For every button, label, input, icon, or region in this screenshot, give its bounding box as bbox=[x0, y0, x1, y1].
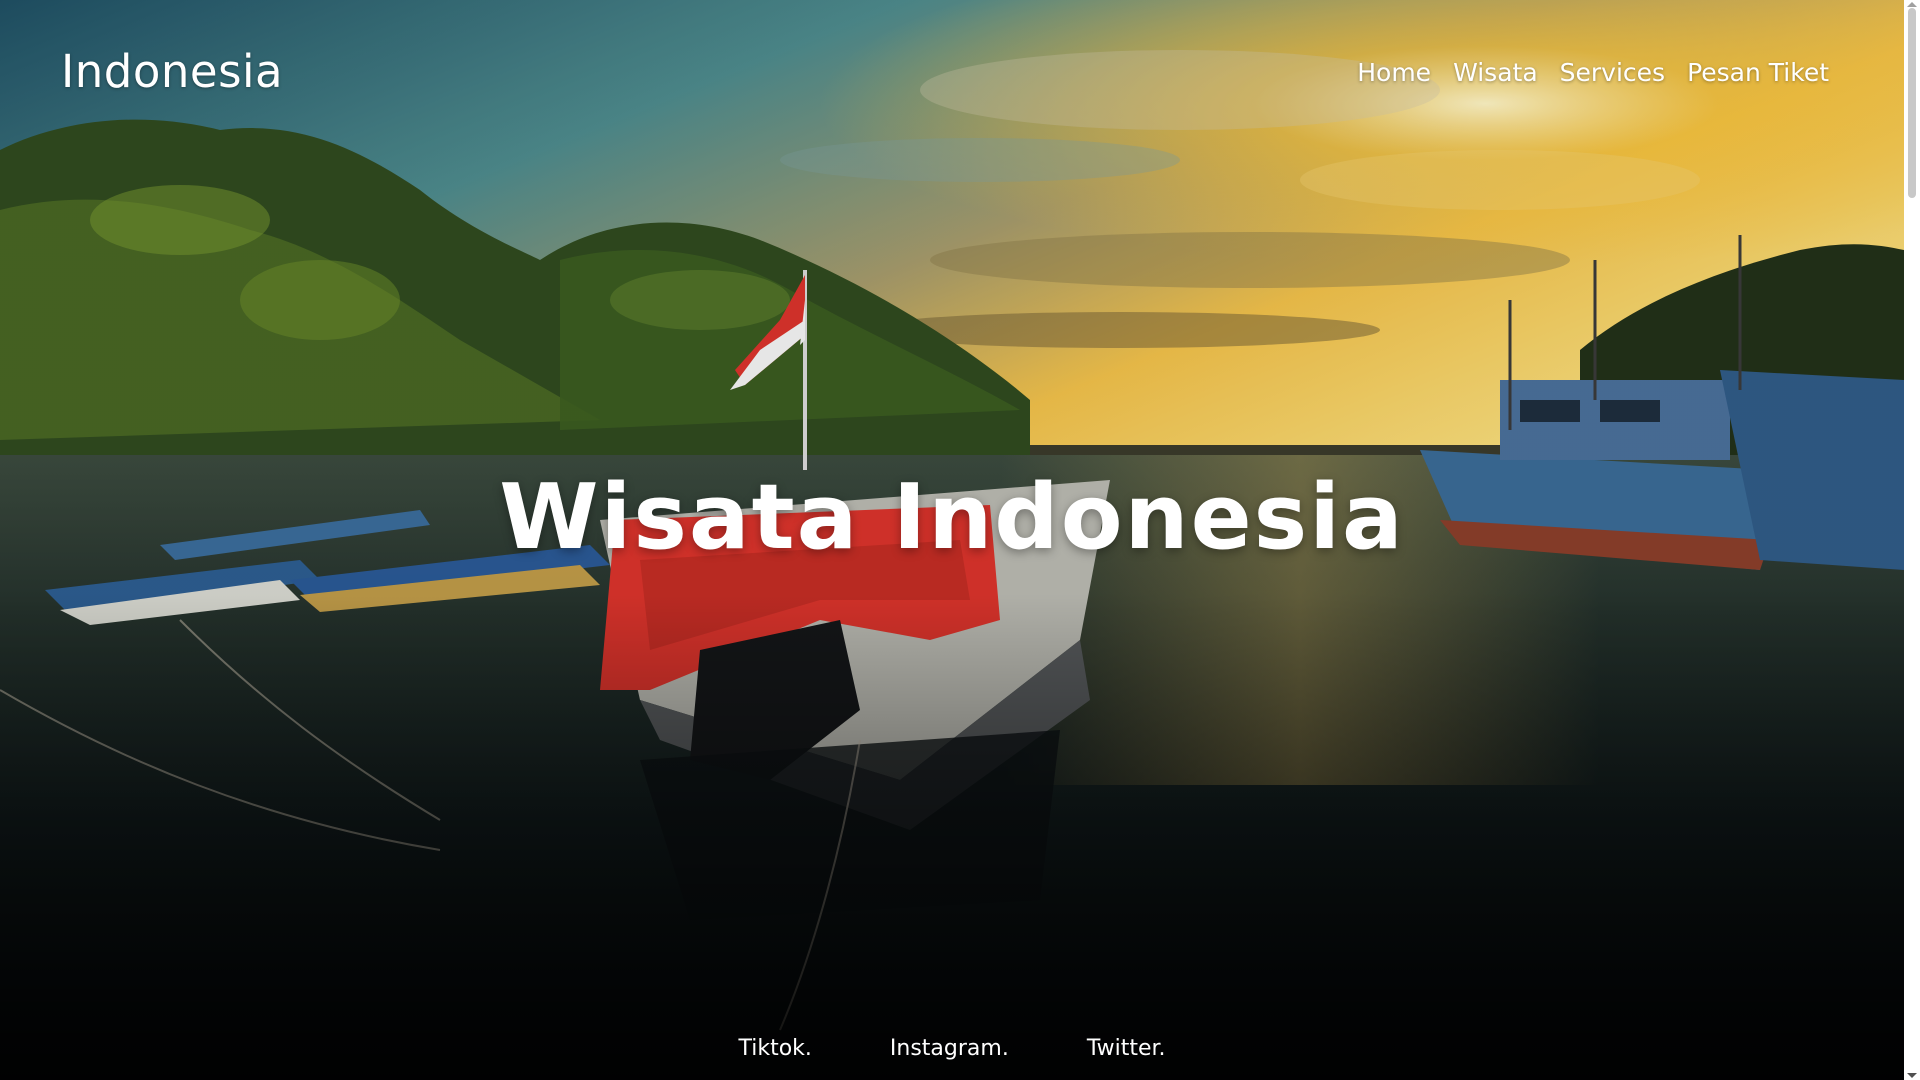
scrollbar-thumb[interactable] bbox=[1908, 8, 1916, 198]
social-links: Tiktok. Instagram. Twitter. bbox=[0, 1036, 1904, 1061]
main-nav: Home Wisata Services Pesan Tiket bbox=[1357, 58, 1829, 87]
hero-headline: Wisata Indonesia bbox=[499, 465, 1405, 570]
scroll-up-icon[interactable] bbox=[1907, 2, 1917, 7]
scroll-down-icon[interactable] bbox=[1907, 1073, 1917, 1078]
site-logo[interactable]: Indonesia bbox=[61, 45, 283, 98]
vertical-scrollbar[interactable] bbox=[1904, 0, 1920, 1080]
social-link-tiktok[interactable]: Tiktok. bbox=[738, 1036, 811, 1061]
social-link-twitter[interactable]: Twitter. bbox=[1087, 1036, 1166, 1061]
nav-link-services[interactable]: Services bbox=[1560, 58, 1665, 87]
nav-link-home[interactable]: Home bbox=[1357, 58, 1431, 87]
nav-link-wisata[interactable]: Wisata bbox=[1453, 58, 1538, 87]
nav-link-pesan-tiket[interactable]: Pesan Tiket bbox=[1687, 58, 1829, 87]
page-viewport: Indonesia Home Wisata Services Pesan Tik… bbox=[0, 0, 1904, 1080]
social-link-instagram[interactable]: Instagram. bbox=[890, 1036, 1009, 1061]
